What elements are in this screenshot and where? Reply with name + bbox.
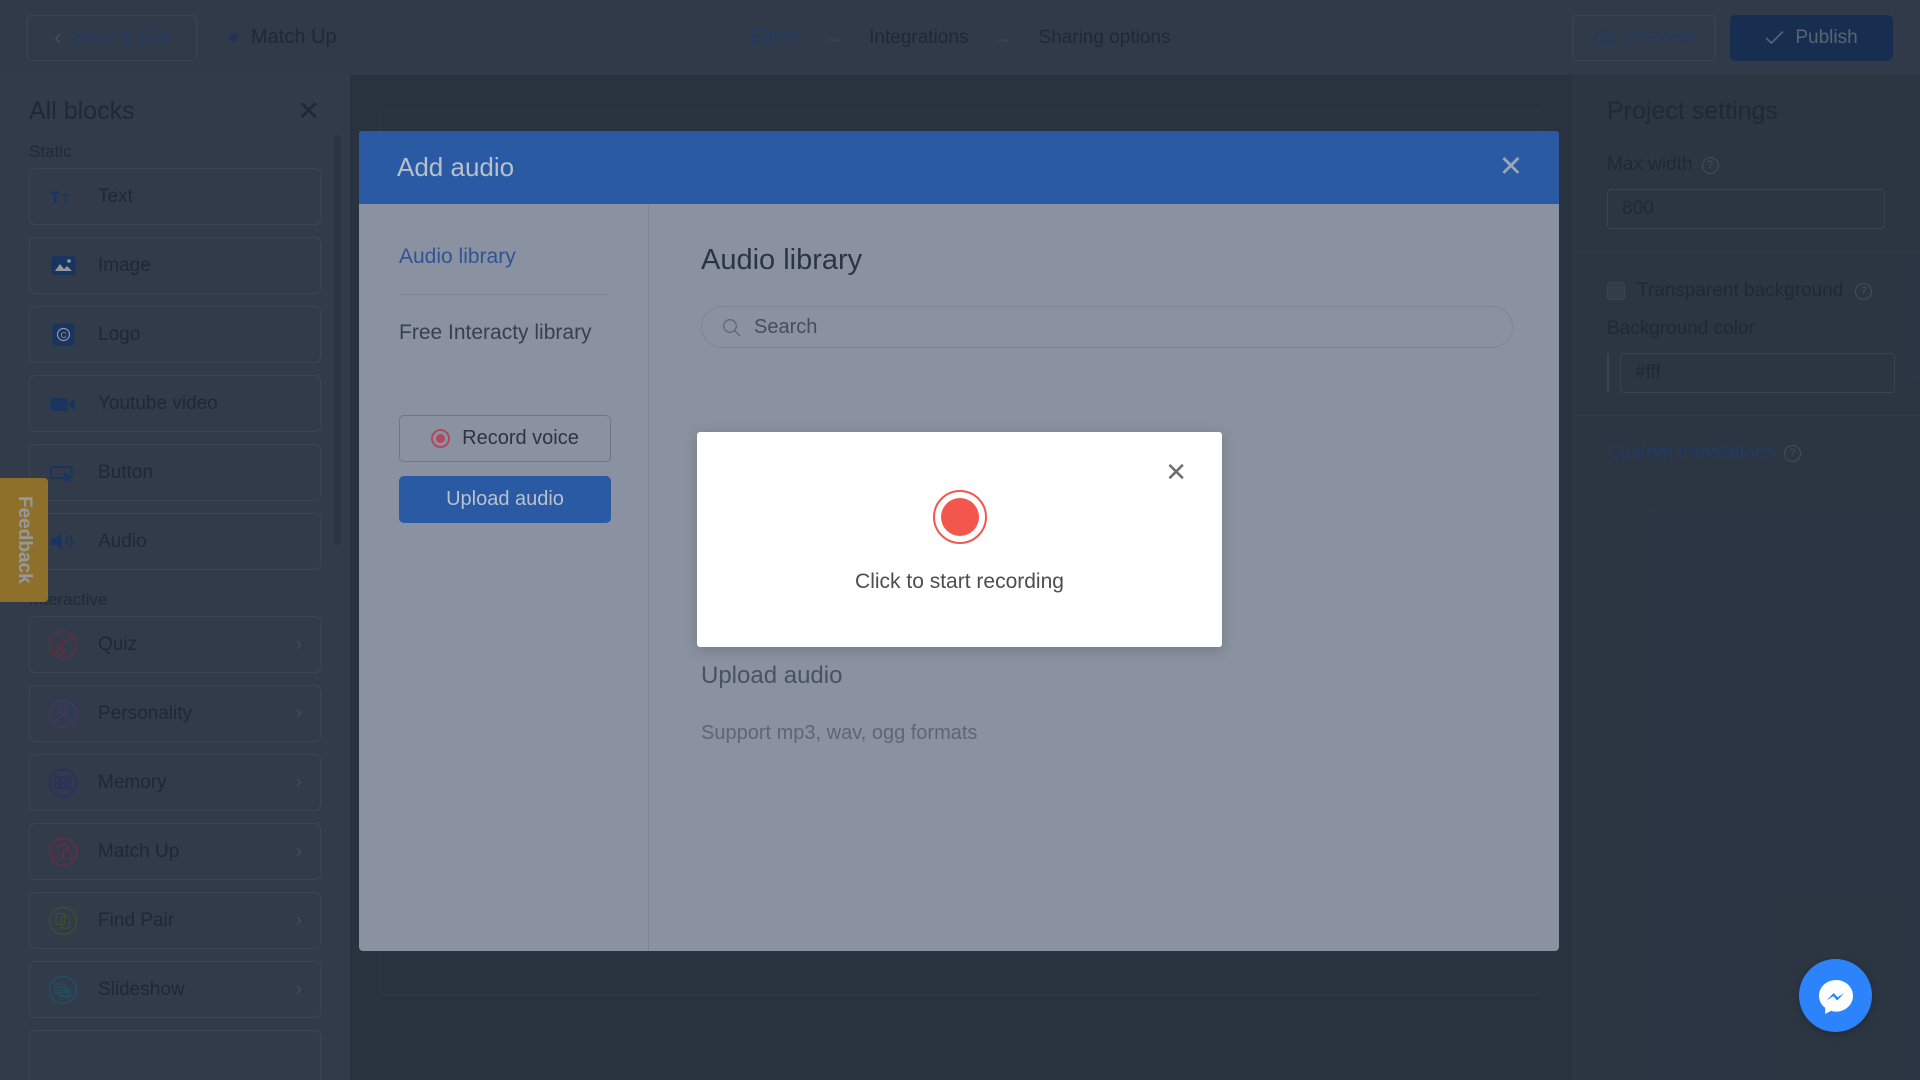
search-box[interactable]: Search (701, 306, 1513, 348)
search-icon (723, 318, 741, 336)
close-icon[interactable]: ✕ (1165, 459, 1187, 485)
record-dot-icon (431, 429, 451, 448)
record-circle-icon[interactable] (932, 490, 987, 544)
supported-formats-note: Support mp3, wav, ogg formats (701, 722, 978, 744)
close-icon[interactable]: ✕ (1499, 153, 1523, 182)
record-voice-label: Record voice (462, 427, 579, 449)
record-popup: ✕ Click to start recording (697, 432, 1222, 647)
audio-library-title: Audio library (701, 244, 863, 276)
modal-nav-audio-library[interactable]: Audio library (399, 245, 609, 295)
modal-nav-panel: Audio library Free Interacty library Rec… (359, 204, 649, 951)
record-voice-button[interactable]: Record voice (399, 415, 611, 462)
upload-audio-button[interactable]: Upload audio (399, 476, 611, 523)
messenger-icon (1818, 979, 1853, 1014)
search-input[interactable]: Search (754, 316, 817, 339)
record-prompt-label: Click to start recording (855, 570, 1064, 593)
messenger-chat-button[interactable] (1799, 959, 1872, 1032)
upload-audio-heading: Upload audio (701, 662, 843, 689)
modal-header: Add audio ✕ (359, 131, 1559, 204)
modal-title: Add audio (397, 152, 515, 182)
modal-nav-free-interacty-library[interactable]: Free Interacty library (399, 295, 609, 345)
